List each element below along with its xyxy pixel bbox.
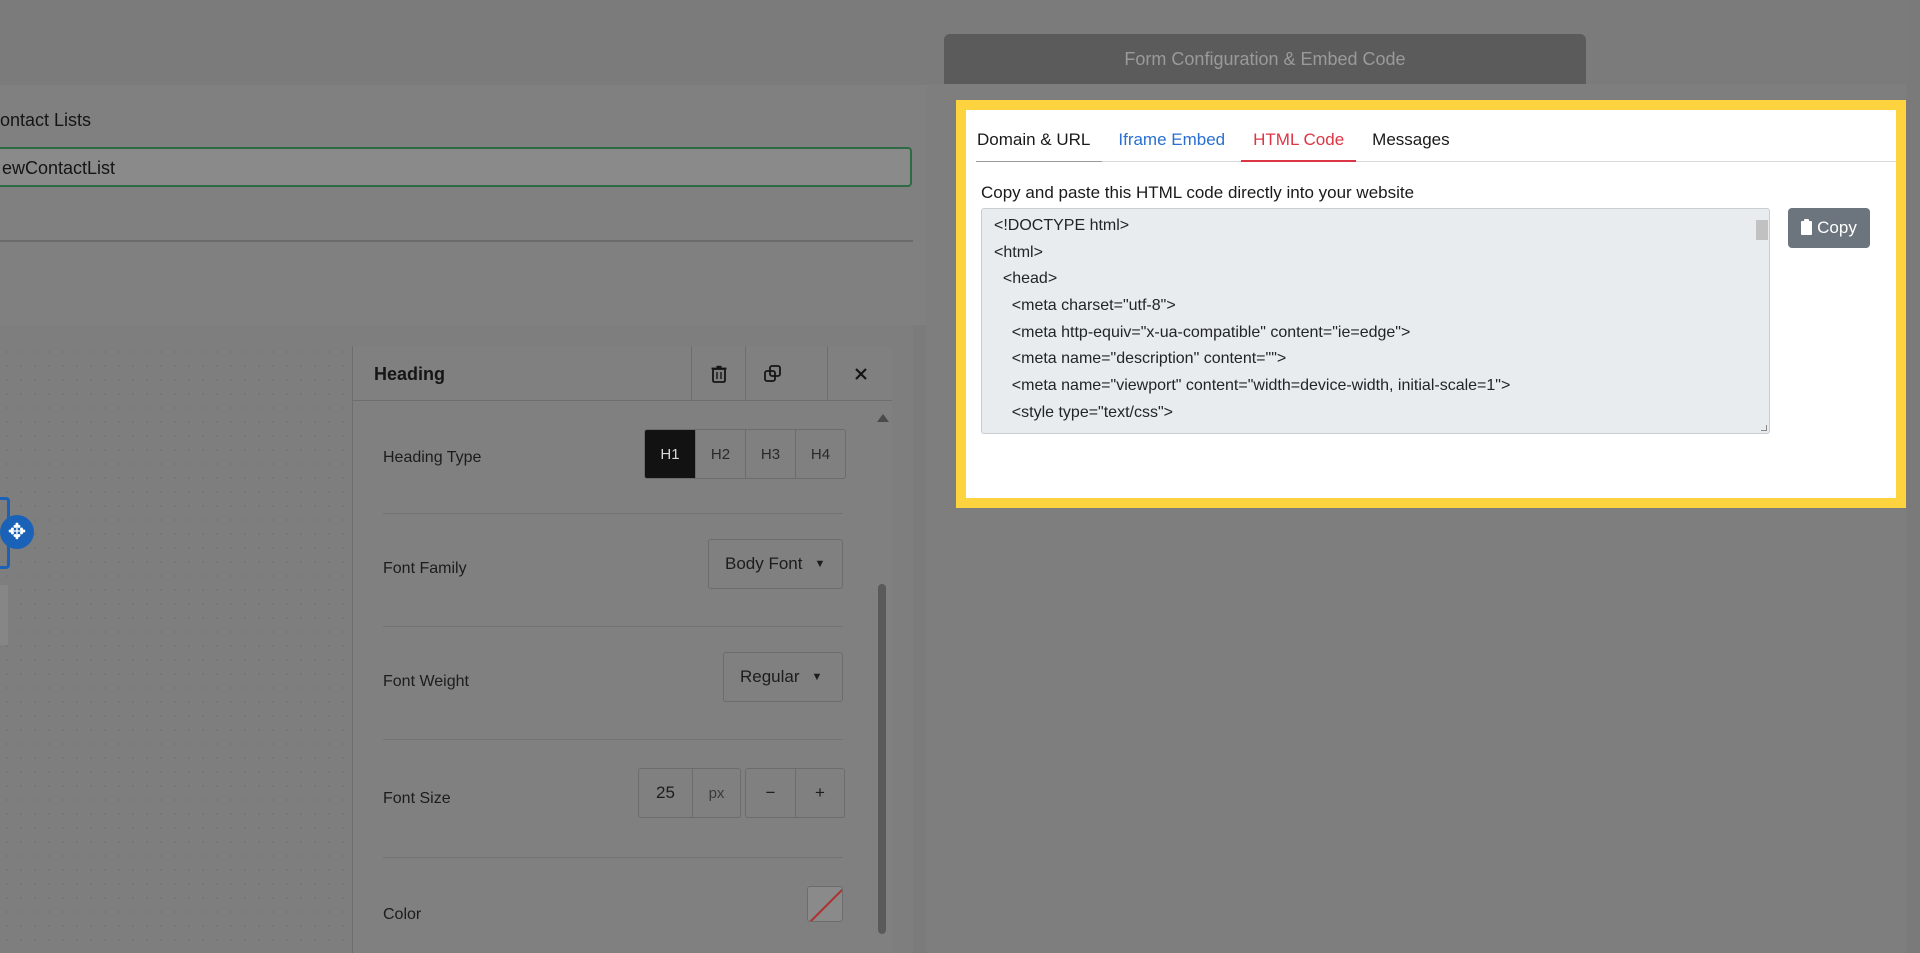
copy-icon	[763, 364, 781, 382]
embed-instruction: Copy and paste this HTML code directly i…	[981, 183, 1415, 202]
color-label: Color	[383, 906, 422, 923]
trash-icon	[711, 365, 726, 383]
tab-domain-url[interactable]: Domain & URL	[976, 122, 1103, 162]
font-size-stepper: − +	[745, 768, 845, 818]
color-row: Color	[383, 858, 843, 953]
canvas-element-edge	[0, 585, 8, 645]
font-size-input[interactable]: 25	[639, 769, 692, 817]
form-settings-area	[0, 85, 926, 325]
font-family-dropdown[interactable]: Body Font ▼	[708, 539, 843, 589]
code-line: <meta charset="utf-8">	[994, 297, 1176, 314]
code-line: <meta http-equiv="x-ua-compatible" conte…	[994, 324, 1411, 341]
tab-messages[interactable]: Messages	[1360, 122, 1461, 162]
code-line: <html>	[994, 244, 1043, 261]
heading-type-h4[interactable]: H4	[795, 430, 845, 478]
heading-settings-panel: Heading Heading Type H1 H2 H3 H4 Font Fa…	[352, 346, 892, 953]
code-line: <style type="text/css">	[994, 404, 1173, 421]
divider	[0, 240, 913, 242]
heading-type-row: Heading Type H1 H2 H3 H4	[383, 402, 846, 514]
font-weight-label: Font Weight	[383, 673, 469, 690]
duplicate-element-button[interactable]	[745, 346, 799, 401]
html-code-textarea[interactable]: <!DOCTYPE html> <html> <head> <meta char…	[981, 208, 1770, 434]
font-weight-value: Regular	[740, 667, 800, 686]
caret-down-icon: ▼	[814, 558, 826, 570]
close-icon	[854, 367, 867, 380]
form-configuration-header: Form Configuration & Embed Code	[944, 34, 1586, 84]
font-weight-dropdown[interactable]: Regular ▼	[723, 652, 843, 702]
contact-lists-label: ontact Lists	[0, 110, 92, 130]
font-weight-row: Font Weight Regular ▼	[383, 627, 843, 740]
code-line: <head>	[994, 270, 1058, 287]
font-size-row: Font Size 25 px − +	[383, 740, 845, 858]
copy-button-label: Copy	[1817, 218, 1857, 237]
font-family-row: Font Family Body Font ▼	[383, 514, 843, 627]
heading-type-label: Heading Type	[383, 449, 482, 466]
code-line: <meta name="viewport" content="width=dev…	[994, 377, 1511, 394]
code-scroll-thumb[interactable]	[1756, 220, 1768, 240]
settings-scroll-thumb[interactable]	[878, 584, 886, 934]
settings-header: Heading	[353, 346, 892, 401]
page-scrollbar-track[interactable]	[1908, 0, 1920, 953]
font-size-control: 25 px	[638, 768, 741, 818]
close-settings-button[interactable]	[827, 346, 893, 401]
canvas-grid	[0, 345, 352, 953]
heading-type-selector: H1 H2 H3 H4	[644, 429, 846, 479]
resize-handle-icon[interactable]	[1761, 425, 1767, 431]
color-picker-swatch[interactable]	[807, 886, 843, 922]
code-line: <!DOCTYPE html>	[994, 217, 1130, 234]
font-family-label: Font Family	[383, 560, 467, 577]
heading-type-h1[interactable]: H1	[645, 430, 695, 478]
settings-title: Heading	[374, 364, 446, 384]
tab-iframe-embed[interactable]: Iframe Embed	[1106, 122, 1237, 162]
tab-html-code[interactable]: HTML Code	[1241, 122, 1357, 162]
font-size-label: Font Size	[383, 790, 451, 807]
delete-element-button[interactable]	[691, 346, 745, 401]
scroll-up-arrow-icon[interactable]	[877, 414, 889, 422]
embed-code-card: Domain & URL Iframe Embed HTML Code Mess…	[956, 100, 1906, 508]
decrease-font-size-button[interactable]: −	[746, 769, 795, 817]
font-family-value: Body Font	[725, 554, 803, 573]
caret-down-icon: ▼	[811, 671, 823, 683]
settings-scrollbar[interactable]	[877, 414, 889, 953]
embed-tabs: Domain & URL Iframe Embed HTML Code Mess…	[976, 122, 1896, 162]
copy-code-button[interactable]: Copy	[1788, 208, 1870, 248]
contact-list-select[interactable]: ewContactList	[0, 147, 912, 187]
move-handle-icon[interactable]: ✥	[0, 515, 34, 549]
heading-type-h3[interactable]: H3	[745, 430, 795, 478]
font-size-unit: px	[692, 769, 740, 817]
clipboard-icon	[1801, 219, 1813, 235]
code-line: <meta name="description" content="">	[994, 350, 1287, 367]
heading-type-h2[interactable]: H2	[695, 430, 745, 478]
increase-font-size-button[interactable]: +	[795, 769, 844, 817]
